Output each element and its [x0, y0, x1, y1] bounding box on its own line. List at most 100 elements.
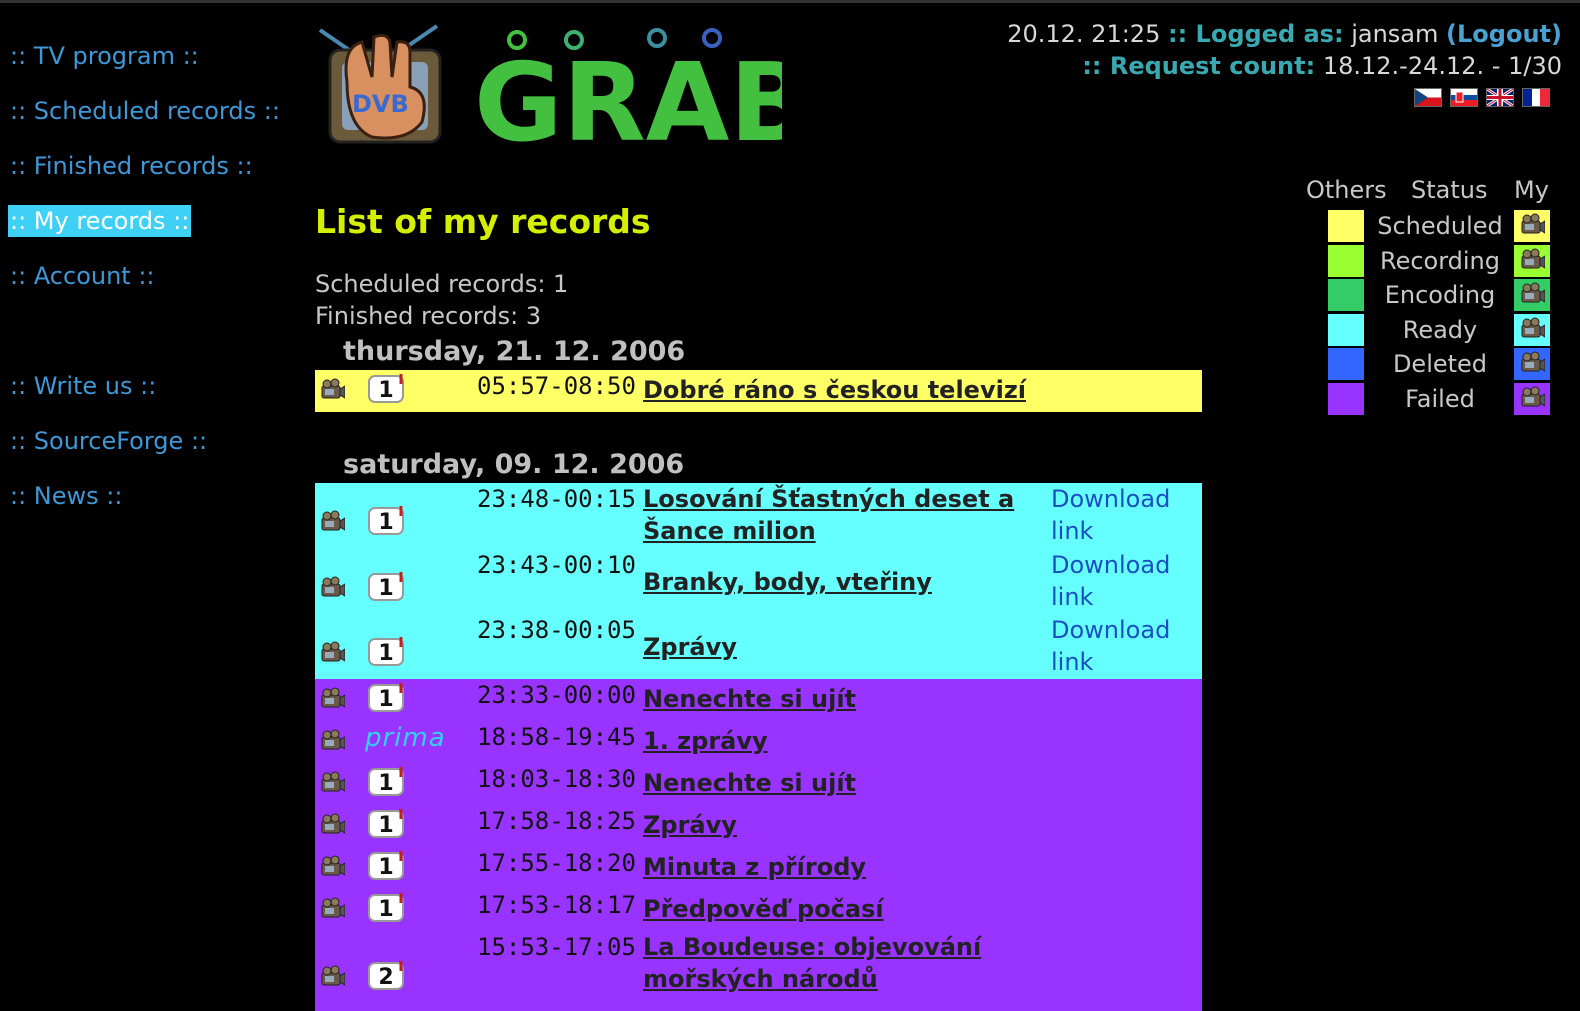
record-time: 15:53-17:05	[477, 933, 636, 961]
record-title[interactable]: Dobré ráno s českou televizí	[643, 374, 1026, 406]
channel-ct1-icon: 1	[365, 849, 409, 881]
channel-ct1-icon: 1	[365, 807, 409, 839]
legend-my-swatch	[1514, 279, 1550, 311]
user-info: 20.12. 21:25 :: Logged as: jansam (Logou…	[1007, 18, 1562, 82]
record-title[interactable]: Branky, body, vteřiny	[643, 566, 932, 598]
cz-flag-icon[interactable]	[1414, 88, 1442, 107]
legend-row-ready: Ready	[1300, 313, 1560, 348]
camera-icon	[319, 641, 346, 663]
language-flags	[1414, 88, 1550, 107]
record-title[interactable]: 1. zprávy	[643, 725, 768, 757]
svg-text:1: 1	[378, 510, 393, 535]
record-time: 05:57-08:50	[477, 372, 636, 400]
sk-flag-icon[interactable]	[1450, 88, 1478, 107]
page-title: List of my records	[315, 202, 651, 241]
username: jansam	[1351, 20, 1439, 48]
record-time: 17:58-18:25	[477, 807, 636, 835]
svg-text:1: 1	[378, 771, 393, 796]
legend-status-label: Failed	[1405, 384, 1475, 413]
nav-news[interactable]: :: News ::	[8, 480, 124, 512]
legend-others-swatch	[1328, 348, 1364, 380]
record-title[interactable]: Zprávy	[643, 631, 737, 663]
record-row: 1 17:58-18:25 Zprávy	[315, 805, 1202, 847]
nav-scheduled-records[interactable]: :: Scheduled records ::	[8, 95, 282, 127]
nav-tv-program[interactable]: :: TV program ::	[8, 40, 201, 72]
camera-icon	[319, 771, 346, 793]
record-time: 23:33-00:00	[477, 681, 636, 709]
record-time: 17:53-18:17	[477, 891, 636, 919]
svg-text:1: 1	[378, 855, 393, 880]
svg-text:1: 1	[378, 641, 393, 666]
legend-row-recording: Recording	[1300, 244, 1560, 279]
legend-row-failed: Failed	[1300, 382, 1560, 417]
channel-ct1-icon: 1	[365, 635, 409, 667]
legend-my-swatch	[1514, 348, 1550, 380]
channel-ct1-icon: 1	[365, 570, 409, 602]
dvbgrab-logo[interactable]: DVB GRAB	[312, 22, 812, 166]
camera-icon	[319, 965, 346, 987]
record-title[interactable]: Nenechte si ujít	[643, 683, 856, 715]
legend-others-header: Others	[1306, 176, 1387, 204]
camera-icon	[319, 576, 346, 598]
record-title[interactable]: Nenechte si ujít	[643, 767, 856, 799]
records-table: 1 23:48-00:15 Losování Šťastných deset a Ša…	[315, 483, 1202, 1011]
download-link[interactable]: Download link	[1051, 549, 1170, 613]
record-title[interactable]: Losování Šťastných deset a Šance milion	[643, 483, 1014, 547]
legend-my-swatch	[1514, 244, 1550, 277]
current-datetime: 20.12. 21:25	[1007, 20, 1161, 48]
day-header: thursday, 21. 12. 2006	[343, 336, 686, 367]
logo-dvb-text: DVB	[352, 90, 409, 118]
svg-text:1: 1	[378, 687, 393, 712]
legend-my-swatch	[1514, 210, 1550, 242]
legend-my-swatch	[1514, 382, 1550, 415]
record-title[interactable]: Předpověď počasí	[643, 893, 884, 925]
nav-write-us[interactable]: :: Write us ::	[8, 370, 158, 402]
fr-flag-icon[interactable]	[1522, 88, 1550, 107]
legend-others-swatch	[1328, 382, 1364, 415]
svg-text:1: 1	[378, 378, 393, 403]
top-border	[0, 0, 1580, 3]
camera-icon	[319, 510, 346, 532]
record-row: 1 17:53-18:17 Předpověď počasí	[315, 889, 1202, 931]
legend-status-label: Ready	[1402, 315, 1478, 344]
logout-link[interactable]: (Logout)	[1446, 20, 1562, 48]
record-time: 23:38-00:05	[477, 616, 636, 644]
legend-others-swatch	[1328, 244, 1364, 277]
logged-as-label: :: Logged as:	[1167, 20, 1344, 48]
record-row: prima 18:58-19:45 1. zprávy	[315, 721, 1202, 763]
gb-flag-icon[interactable]	[1486, 88, 1514, 107]
legend-others-swatch	[1328, 313, 1364, 346]
download-link[interactable]: Download link	[1051, 614, 1170, 678]
camera-icon	[319, 855, 346, 877]
channel-prima-logo: prima	[365, 723, 446, 753]
download-link[interactable]: Download link	[1051, 483, 1170, 547]
legend-status-header: Status	[1411, 176, 1488, 204]
record-row: 1 23:38-00:05 Zprávy Download link	[315, 614, 1202, 679]
record-title[interactable]: La Boudeuse: objevování mořských národů	[643, 931, 981, 995]
svg-text:1: 1	[378, 897, 393, 922]
camera-icon	[319, 897, 346, 919]
record-title[interactable]: Zprávy	[643, 809, 737, 841]
finished-count: Finished records: 3	[315, 302, 542, 330]
legend-status-label: Recording	[1379, 246, 1501, 275]
legend-my-header: My	[1514, 176, 1549, 204]
legend-status-label: Scheduled	[1377, 212, 1503, 240]
legend-others-swatch	[1328, 210, 1364, 242]
camera-icon	[319, 813, 346, 835]
nav-sourceforge[interactable]: :: SourceForge ::	[8, 425, 209, 457]
camera-icon	[1519, 282, 1546, 308]
nav-finished-records[interactable]: :: Finished records ::	[8, 150, 255, 182]
nav-my-records[interactable]: :: My records ::	[8, 205, 192, 237]
nav-account[interactable]: :: Account ::	[8, 260, 157, 292]
channel-ct1-icon: 1	[365, 891, 409, 923]
legend-status-label: Deleted	[1392, 350, 1488, 378]
record-row: 1 05:57-08:50 Dobré ráno s českou televizí	[315, 370, 1202, 412]
record-row: 1 23:43-00:10 Branky, body, vteřiny Downloa…	[315, 549, 1202, 614]
record-row: 1 23:33-00:00 Nenechte si ujít	[315, 679, 1202, 721]
legend-row-scheduled: Scheduled	[1300, 210, 1560, 244]
legend-row-deleted: Deleted	[1300, 348, 1560, 382]
camera-icon	[1519, 317, 1546, 343]
legend-my-swatch	[1514, 313, 1550, 346]
camera-icon	[319, 687, 346, 709]
record-title[interactable]: Minuta z přírody	[643, 851, 866, 883]
